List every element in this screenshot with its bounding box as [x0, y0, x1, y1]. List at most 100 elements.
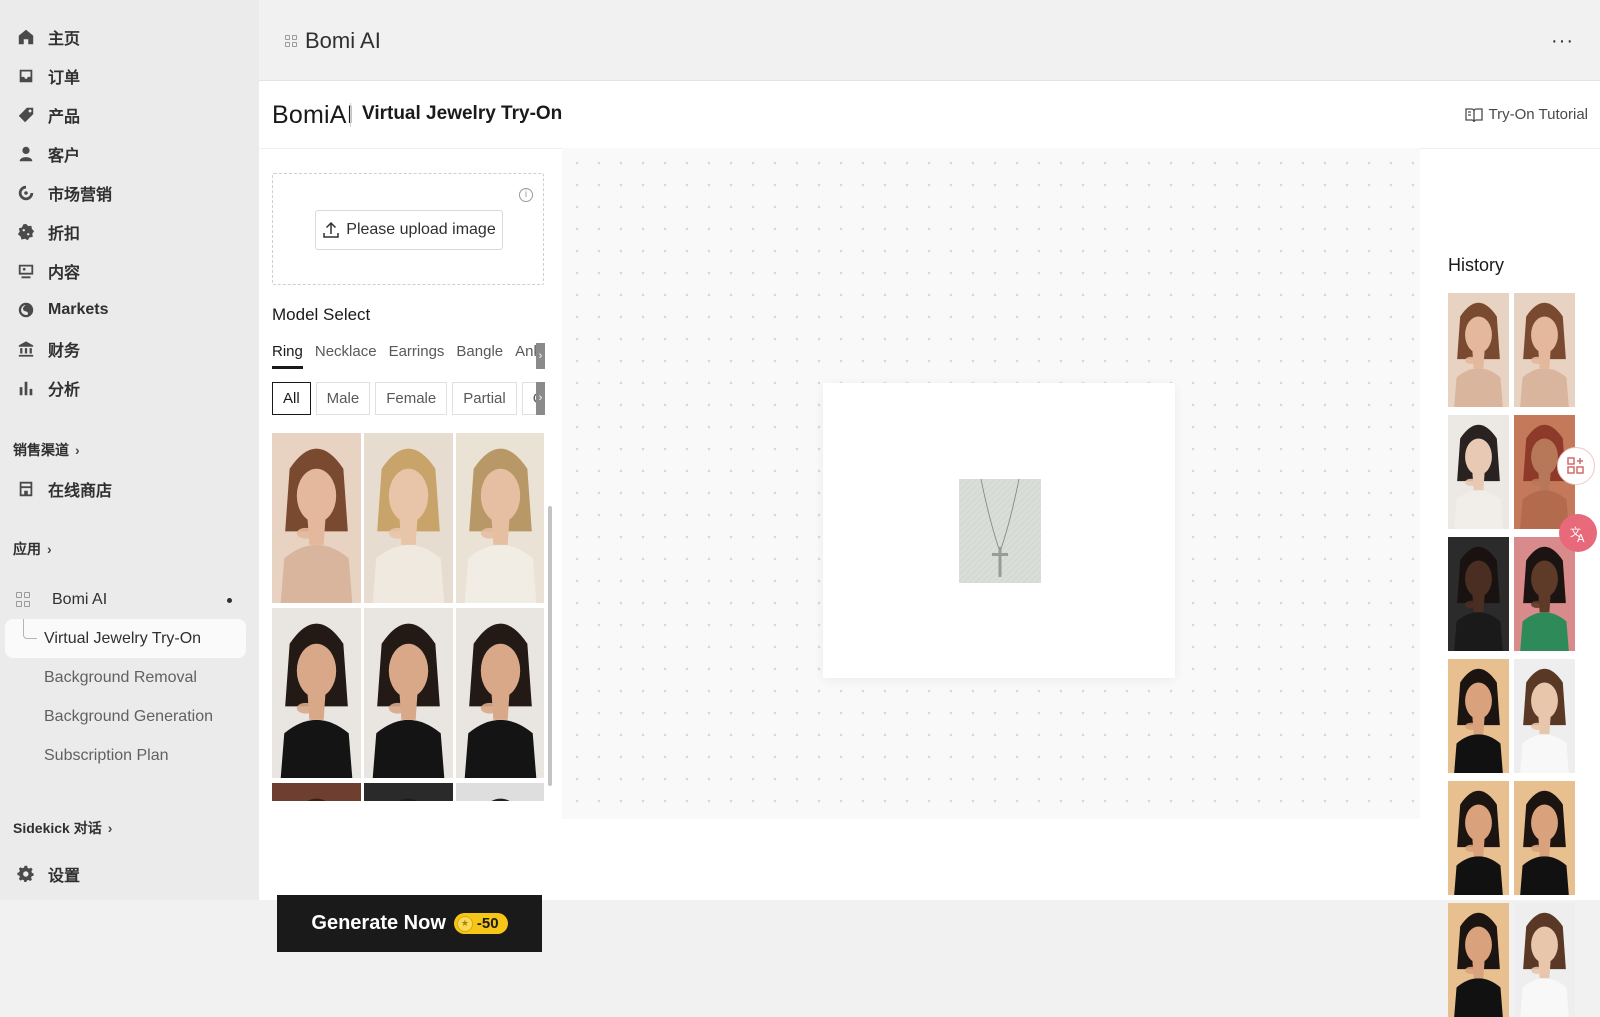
- apps-header[interactable]: 应用 ›: [13, 539, 52, 559]
- history-thumbnail[interactable]: [1514, 293, 1575, 407]
- history-thumbnail[interactable]: [1514, 659, 1575, 773]
- bank-icon: [16, 339, 36, 359]
- generate-label: Generate Now: [311, 912, 446, 934]
- model-thumbnail[interactable]: [456, 608, 544, 778]
- nav-item-orders[interactable]: 订单: [8, 58, 246, 94]
- sales-channels-label: 销售渠道: [13, 442, 69, 458]
- gear-icon: [16, 864, 36, 884]
- sub-item-background-generation[interactable]: Background Generation: [44, 708, 213, 726]
- model-thumbnail[interactable]: [272, 783, 361, 801]
- history-thumbnail[interactable]: [1448, 659, 1509, 773]
- sub-item-background-removal[interactable]: Background Removal: [44, 669, 197, 687]
- nav-item-markets[interactable]: Markets: [8, 292, 246, 328]
- tabs-scroll-right-button[interactable]: ›: [536, 343, 545, 369]
- tab-earrings[interactable]: Earrings: [389, 343, 445, 366]
- grid-plus-icon: [1567, 457, 1584, 474]
- sub-item-label: Virtual Jewelry Try-On: [44, 629, 202, 647]
- nav-label: 客户: [48, 148, 81, 165]
- chevron-right-icon: ›: [75, 442, 80, 458]
- model-thumbnail[interactable]: [456, 433, 544, 603]
- content-icon: [16, 261, 36, 281]
- gender-filters: AllMaleFemalePartialC: [272, 382, 544, 416]
- floating-translate-button[interactable]: 文A: [1559, 514, 1597, 552]
- model-thumbnail[interactable]: [272, 433, 361, 603]
- history-thumbnail[interactable]: [1514, 781, 1575, 895]
- app-topbar: Bomi AI ···: [259, 0, 1600, 81]
- necklace-product-image: [959, 479, 1041, 583]
- model-thumbnail[interactable]: [364, 433, 453, 603]
- preview-card: [823, 383, 1175, 678]
- info-icon[interactable]: i: [519, 188, 533, 202]
- sub-item-virtual-jewelry-try-on[interactable]: Virtual Jewelry Try-On: [5, 619, 246, 658]
- book-icon: [1464, 107, 1483, 122]
- tutorial-label: Try-On Tutorial: [1488, 106, 1588, 123]
- more-actions-button[interactable]: ···: [1551, 30, 1574, 53]
- tab-necklace[interactable]: Necklace: [315, 343, 377, 366]
- svg-text:A: A: [1577, 532, 1585, 544]
- nav-item-settings[interactable]: 设置: [8, 856, 246, 892]
- filters-scroll-right-button[interactable]: ›: [536, 382, 545, 415]
- model-thumbnail[interactable]: [456, 783, 544, 801]
- try-on-tutorial-link[interactable]: Try-On Tutorial: [1464, 106, 1588, 123]
- chevron-right-icon: ›: [47, 541, 52, 557]
- sales-channels-header[interactable]: 销售渠道 ›: [13, 440, 80, 460]
- filter-partial[interactable]: Partial: [452, 382, 517, 415]
- coin-icon: ★: [456, 915, 473, 932]
- generate-now-button[interactable]: Generate Now ★ -50: [277, 895, 542, 952]
- history-thumbnail[interactable]: [1448, 781, 1509, 895]
- app-grid-icon: [285, 35, 297, 47]
- nav-label: 设置: [48, 868, 81, 885]
- history-thumbnail[interactable]: [1448, 293, 1509, 407]
- filter-male[interactable]: Male: [315, 382, 371, 415]
- chart-bar-icon: [16, 378, 36, 398]
- tab-bangle[interactable]: Bangle: [456, 343, 503, 366]
- history-thumbnail[interactable]: [1514, 903, 1575, 1017]
- model-grid: [272, 433, 544, 801]
- nav-item-finance[interactable]: 财务: [8, 331, 246, 367]
- store-icon: [16, 479, 36, 499]
- upload-label: Please upload image: [346, 221, 496, 238]
- tab-ring[interactable]: Ring: [272, 343, 303, 369]
- translate-icon: 文A: [1570, 525, 1585, 544]
- model-thumbnail[interactable]: [364, 608, 453, 778]
- history-thumbnail[interactable]: [1448, 415, 1509, 529]
- model-thumbnail[interactable]: [272, 608, 361, 778]
- nav-item-marketing[interactable]: 市场营销: [8, 175, 246, 211]
- sidekick-header[interactable]: Sidekick 对话 ›: [13, 818, 112, 838]
- topbar-title-text: Bomi AI: [305, 28, 381, 53]
- model-select-heading: Model Select: [272, 305, 371, 324]
- nav-label: 财务: [48, 343, 81, 360]
- filter-female[interactable]: Female: [375, 382, 448, 415]
- filter-all[interactable]: All: [272, 382, 311, 415]
- nav-label: 在线商店: [48, 483, 113, 500]
- nav-item-customers[interactable]: 客户: [8, 136, 246, 172]
- history-thumbnail[interactable]: [1448, 903, 1509, 1017]
- model-thumbnail[interactable]: [364, 783, 453, 801]
- credit-cost-badge: ★ -50: [453, 913, 508, 934]
- nav-item-online-store[interactable]: 在线商店: [8, 471, 246, 507]
- upload-image-button[interactable]: Please upload image: [315, 210, 503, 250]
- apps-label: 应用: [13, 541, 41, 557]
- scrollbar[interactable]: [548, 506, 552, 786]
- history-grid: [1448, 293, 1575, 1017]
- nav-item-discounts[interactable]: 折扣: [8, 214, 246, 250]
- credit-cost: -50: [476, 915, 499, 932]
- nav-item-products[interactable]: 产品: [8, 97, 246, 133]
- history-thumbnail[interactable]: [1514, 537, 1575, 651]
- home-icon: [16, 27, 36, 47]
- nav-item-home[interactable]: 主页: [8, 19, 246, 55]
- nav-label: 订单: [48, 70, 81, 87]
- nav-label: 产品: [48, 109, 81, 126]
- history-thumbnail[interactable]: [1448, 537, 1509, 651]
- nav-item-analytics[interactable]: 分析: [8, 370, 246, 406]
- floating-apps-button[interactable]: [1557, 447, 1595, 485]
- chevron-right-icon: ›: [107, 820, 113, 836]
- tag-icon: [16, 105, 36, 125]
- discount-icon: [16, 222, 36, 242]
- category-tabs: RingNecklaceEarringsBangleAnkle: [272, 343, 544, 373]
- nav-item-content[interactable]: 内容: [8, 253, 246, 289]
- app-name: Bomi AI: [52, 591, 108, 608]
- upload-dropzone[interactable]: i Please upload image: [272, 173, 544, 285]
- sub-item-subscription-plan[interactable]: Subscription Plan: [44, 747, 169, 765]
- app-item-bomi-ai[interactable]: Bomi AI: [8, 582, 246, 618]
